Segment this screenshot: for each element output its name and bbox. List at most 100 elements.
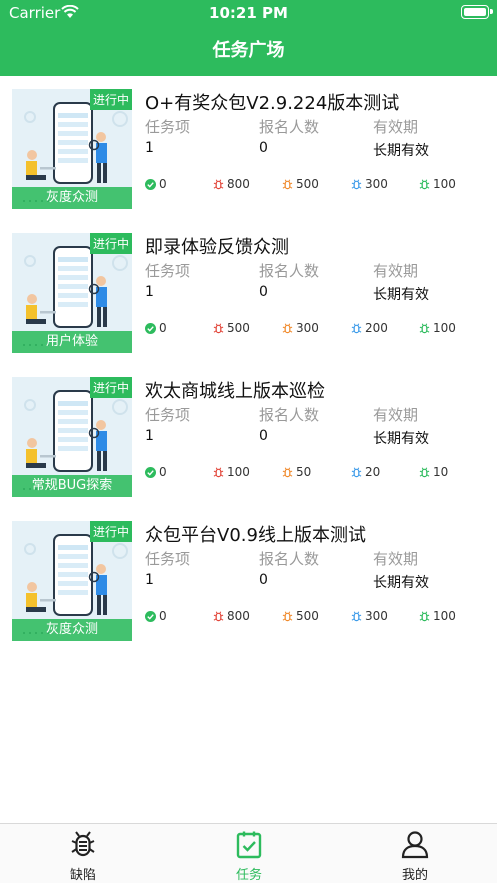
- tab-label: 缺陷: [69, 868, 96, 883]
- task-count-value: 1: [145, 572, 154, 588]
- bug-icon: [282, 466, 296, 478]
- bug-icon: [213, 322, 227, 334]
- stat-value: 500: [296, 177, 319, 191]
- stat-value: 200: [365, 321, 388, 335]
- category-label: 灰度众测: [12, 619, 132, 641]
- task-count-value: 1: [145, 140, 154, 156]
- tasks-header: 任务项: [145, 118, 191, 136]
- tasks-header: 任务项: [145, 262, 191, 280]
- bug-icon: [419, 178, 433, 190]
- critical-bug-count: 500: [213, 321, 250, 335]
- category-label: 灰度众测: [12, 187, 132, 209]
- signups-value: 0: [259, 572, 268, 588]
- check-circle-icon: [145, 610, 159, 622]
- stat-value: 10: [433, 465, 449, 479]
- task-card[interactable]: 进行中 用户体验 即录体验反馈众测 任务项 报名人数 有效期 1 0 长期有效 …: [0, 220, 497, 353]
- stat-value: 0: [159, 465, 167, 479]
- bug-icon: [213, 178, 227, 190]
- signups-value: 0: [259, 140, 268, 156]
- minor-bug-count: 100: [419, 177, 456, 191]
- minor-bug-count: 10: [419, 465, 448, 479]
- signups-value: 0: [259, 428, 268, 444]
- task-card[interactable]: 进行中 常规BUG探索 欢太商城线上版本巡检 任务项 报名人数 有效期 1 0 …: [0, 364, 497, 497]
- stat-value: 100: [433, 609, 456, 623]
- stat-value: 800: [227, 177, 250, 191]
- stat-value: 300: [365, 177, 388, 191]
- major-bug-count: 500: [282, 609, 319, 623]
- normal-bug-count: 300: [351, 177, 388, 191]
- stat-value: 100: [227, 465, 250, 479]
- task-thumbnail: 进行中 常规BUG探索: [12, 377, 132, 497]
- bug-icon: [419, 466, 433, 478]
- passed-count: 0: [145, 465, 167, 479]
- stat-value: 500: [296, 609, 319, 623]
- stat-value: 0: [159, 609, 167, 623]
- profile-icon: [401, 831, 429, 859]
- tab-defects[interactable]: 缺陷: [0, 824, 166, 883]
- tasks-header: 任务项: [145, 406, 191, 424]
- check-circle-icon: [145, 466, 159, 478]
- major-bug-count: 500: [282, 177, 319, 191]
- task-thumbnail: 进行中 灰度众测: [12, 521, 132, 641]
- signups-header: 报名人数: [259, 406, 320, 424]
- task-count-value: 1: [145, 284, 154, 300]
- passed-count: 0: [145, 177, 167, 191]
- status-badge: 进行中: [89, 89, 132, 110]
- task-count-value: 1: [145, 428, 154, 444]
- clock: 10:21 PM: [209, 4, 288, 22]
- task-clipboard-icon: [236, 831, 262, 859]
- stat-value: 100: [433, 321, 456, 335]
- critical-bug-count: 100: [213, 465, 250, 479]
- bug-icon: [282, 178, 296, 190]
- bug-icon: [71, 831, 95, 857]
- stat-value: 300: [296, 321, 319, 335]
- status-badge: 进行中: [89, 521, 132, 542]
- tab-mine[interactable]: 我的: [332, 824, 497, 883]
- critical-bug-count: 800: [213, 177, 250, 191]
- major-bug-count: 50: [282, 465, 311, 479]
- stat-value: 800: [227, 609, 250, 623]
- validity-header: 有效期: [373, 118, 419, 136]
- signups-header: 报名人数: [259, 262, 320, 280]
- task-title: O+有奖众包V2.9.224版本测试: [145, 93, 400, 114]
- normal-bug-count: 200: [351, 321, 388, 335]
- stat-value: 50: [296, 465, 312, 479]
- task-title: 众包平台V0.9线上版本测试: [145, 525, 366, 546]
- tab-tasks[interactable]: 任务: [166, 824, 332, 883]
- bug-icon: [351, 610, 365, 622]
- bug-icon: [213, 466, 227, 478]
- bug-icon: [213, 610, 227, 622]
- task-card[interactable]: 进行中 灰度众测 众包平台V0.9线上版本测试 任务项 报名人数 有效期 1 0…: [0, 508, 497, 641]
- task-title: 即录体验反馈众测: [145, 237, 289, 258]
- tab-label: 我的: [401, 868, 428, 883]
- passed-count: 0: [145, 321, 167, 335]
- validity-value: 长期有效: [373, 287, 429, 303]
- bug-icon: [282, 610, 296, 622]
- major-bug-count: 300: [282, 321, 319, 335]
- check-circle-icon: [145, 178, 159, 190]
- bug-icon: [419, 322, 433, 334]
- validity-value: 长期有效: [373, 431, 429, 447]
- task-title: 欢太商城线上版本巡检: [145, 381, 325, 402]
- passed-count: 0: [145, 609, 167, 623]
- task-card[interactable]: 进行中 灰度众测 O+有奖众包V2.9.224版本测试 任务项 报名人数 有效期…: [0, 76, 497, 209]
- tasks-header: 任务项: [145, 550, 191, 568]
- stat-value: 500: [227, 321, 250, 335]
- validity-header: 有效期: [373, 406, 419, 424]
- task-thumbnail: 进行中 灰度众测: [12, 89, 132, 209]
- signups-value: 0: [259, 284, 268, 300]
- check-circle-icon: [145, 322, 159, 334]
- stat-value: 100: [433, 177, 456, 191]
- status-badge: 进行中: [89, 233, 132, 254]
- stat-value: 300: [365, 609, 388, 623]
- category-label: 常规BUG探索: [12, 475, 132, 497]
- validity-header: 有效期: [373, 550, 419, 568]
- tab-label: 任务: [235, 868, 262, 883]
- bug-icon: [351, 466, 365, 478]
- validity-value: 长期有效: [373, 575, 429, 591]
- normal-bug-count: 20: [351, 465, 380, 479]
- nav-bar: 任务广场: [0, 26, 497, 76]
- battery-icon: [461, 5, 493, 19]
- minor-bug-count: 100: [419, 321, 456, 335]
- normal-bug-count: 300: [351, 609, 388, 623]
